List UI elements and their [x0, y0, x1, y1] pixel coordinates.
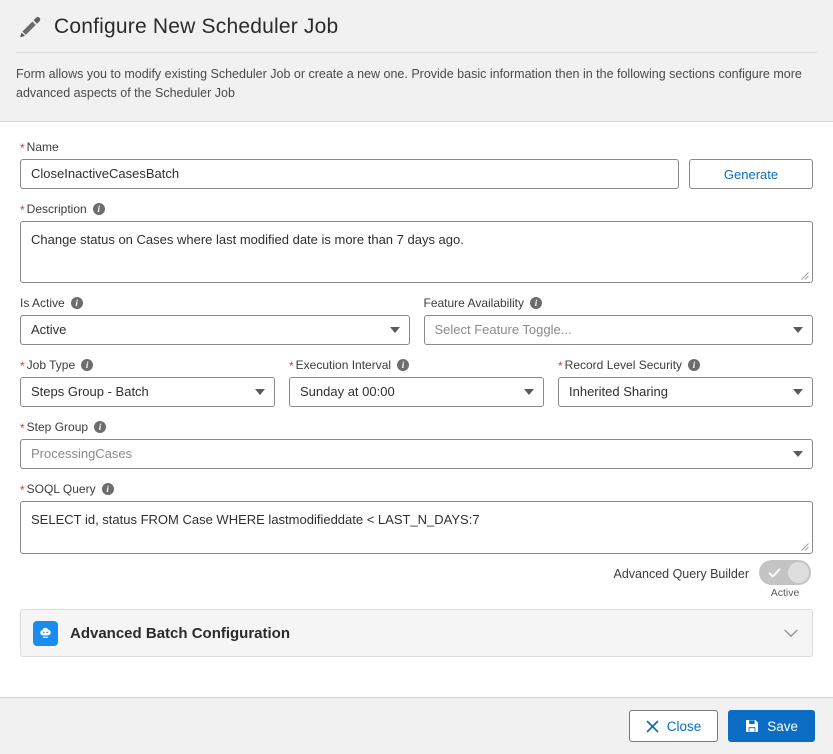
label-feature-availability: Feature Availability i — [424, 296, 814, 310]
feature-availability-select[interactable]: Select Feature Toggle... — [423, 315, 813, 345]
record-level-security-select[interactable]: Inherited Sharing — [558, 377, 813, 407]
batch-apex-glyph — [40, 627, 51, 638]
label-step-group: * Step Group i — [20, 420, 813, 434]
label-is-active: Is Active i — [20, 296, 410, 310]
header-description: Form allows you to modify existing Sched… — [16, 67, 802, 101]
execution-interval-value: Sunday at 00:00 — [300, 384, 395, 399]
record-level-security-value: Inherited Sharing — [569, 384, 669, 399]
close-button-label: Close — [666, 718, 702, 734]
info-icon[interactable]: i — [101, 483, 114, 495]
chevron-down-icon[interactable] — [784, 629, 798, 638]
batch-apex-icon — [33, 620, 58, 646]
section-title: Advanced Batch Configuration — [70, 624, 291, 642]
required-asterisk: * — [20, 141, 25, 155]
save-button[interactable]: Save — [728, 710, 815, 742]
advanced-query-builder-row: Advanced Query Builder Active — [20, 560, 813, 599]
name-input-wrap: CloseInactiveCasesBatch — [20, 159, 679, 189]
chevron-down-icon — [524, 389, 534, 395]
section-advanced-batch-configuration[interactable]: Advanced Batch Configuration — [20, 609, 813, 657]
toggle-knob[interactable] — [788, 562, 809, 583]
field-step-group: * Step Group i ProcessingCases — [20, 420, 813, 469]
field-record-level-security: * Record Level Security i Inherited Shar… — [558, 358, 813, 407]
chevron-down-icon — [793, 451, 803, 457]
info-icon[interactable]: i — [530, 297, 542, 309]
chevron-down-icon — [255, 389, 265, 395]
dialog-footer: Close Save — [0, 697, 833, 754]
label-soql-query-text: SOQL Query — [26, 482, 96, 496]
label-job-type: * Job Type i — [20, 358, 275, 372]
save-disk-icon — [746, 720, 759, 732]
label-is-active-text: Is Active — [20, 296, 65, 310]
close-button[interactable]: Close — [628, 710, 719, 742]
name-input[interactable]: CloseInactiveCasesBatch — [20, 159, 679, 189]
required-asterisk: * — [20, 359, 25, 373]
page-title: Configure New Scheduler Job — [54, 15, 339, 38]
label-execution-interval: * Execution Interval i — [289, 358, 544, 372]
field-job-type: * Job Type i Steps Group - Batch — [20, 358, 275, 407]
field-is-active: Is Active i Active — [20, 296, 410, 345]
soql-query-value: SELECT id, status FROM Case WHERE lastmo… — [31, 512, 480, 527]
required-asterisk: * — [558, 359, 563, 373]
name-row: CloseInactiveCasesBatch Generate — [20, 159, 813, 189]
feature-availability-placeholder: Select Feature Toggle... — [434, 322, 572, 337]
label-name: * Name — [20, 140, 813, 154]
job-type-value: Steps Group - Batch — [31, 384, 149, 399]
label-feature-availability-text: Feature Availability — [423, 296, 525, 310]
is-active-select[interactable]: Active — [20, 315, 410, 345]
label-description-text: Description — [26, 202, 87, 216]
label-record-level-security-text: Record Level Security — [564, 358, 683, 372]
step-group-select[interactable]: ProcessingCases — [20, 439, 813, 469]
save-button-label: Save — [767, 718, 798, 734]
generate-button[interactable]: Generate — [689, 159, 813, 189]
info-icon[interactable]: i — [94, 421, 107, 433]
label-execution-interval-text: Execution Interval — [295, 358, 392, 372]
page-header: Configure New Scheduler Job Form allows … — [0, 0, 833, 122]
description-textarea[interactable]: Change status on Cases where last modifi… — [20, 221, 813, 283]
resize-grip-icon[interactable] — [800, 271, 809, 280]
close-icon — [646, 720, 659, 732]
resize-grip-icon[interactable] — [800, 542, 809, 551]
execution-interval-select[interactable]: Sunday at 00:00 — [289, 377, 544, 407]
step-group-value: ProcessingCases — [31, 446, 133, 461]
field-name: * Name CloseInactiveCasesBatch Generate — [20, 140, 813, 189]
required-asterisk: * — [20, 203, 25, 217]
info-icon[interactable]: i — [397, 359, 410, 371]
chevron-down-icon — [793, 389, 803, 395]
label-record-level-security: * Record Level Security i — [558, 358, 813, 372]
label-step-group-text: Step Group — [26, 420, 89, 434]
info-icon[interactable]: i — [688, 359, 701, 371]
description-value: Change status on Cases where last modifi… — [31, 232, 464, 247]
field-execution-interval: * Execution Interval i Sunday at 00:00 — [289, 358, 544, 407]
label-job-type-text: Job Type — [26, 358, 76, 372]
advanced-query-builder-label: Advanced Query Builder — [613, 567, 750, 581]
label-description: * Description i — [20, 202, 813, 216]
job-type-select[interactable]: Steps Group - Batch — [20, 377, 275, 407]
advanced-query-builder-toggle-wrap: Active — [759, 560, 811, 599]
header-title-row: Configure New Scheduler Job — [0, 0, 833, 52]
field-feature-availability: Feature Availability i Select Feature To… — [423, 296, 814, 345]
form-body: * Name CloseInactiveCasesBatch Generate … — [0, 122, 833, 599]
advanced-query-builder-toggle[interactable] — [759, 560, 811, 585]
info-icon[interactable]: i — [92, 203, 105, 215]
advanced-query-builder-state: Active — [770, 587, 800, 599]
required-asterisk: * — [20, 483, 25, 497]
soql-query-textarea[interactable]: SELECT id, status FROM Case WHERE lastmo… — [20, 501, 813, 554]
info-icon[interactable]: i — [70, 297, 83, 309]
pencil-icon — [20, 16, 41, 38]
chevron-down-icon — [389, 327, 400, 333]
required-asterisk: * — [289, 359, 294, 373]
row-active-feature: Is Active i Active Feature Availability … — [20, 296, 813, 345]
field-description: * Description i Change status on Cases w… — [20, 202, 813, 283]
required-asterisk: * — [20, 421, 25, 435]
chevron-down-icon — [793, 327, 803, 333]
row-jobtype-interval-security: * Job Type i Steps Group - Batch * Execu… — [20, 358, 813, 407]
is-active-value: Active — [31, 322, 67, 337]
info-icon[interactable]: i — [81, 359, 94, 371]
field-soql-query: * SOQL Query i SELECT id, status FROM Ca… — [20, 482, 813, 554]
label-name-text: Name — [26, 140, 59, 154]
label-soql-query: * SOQL Query i — [20, 482, 813, 496]
check-icon — [768, 567, 781, 577]
